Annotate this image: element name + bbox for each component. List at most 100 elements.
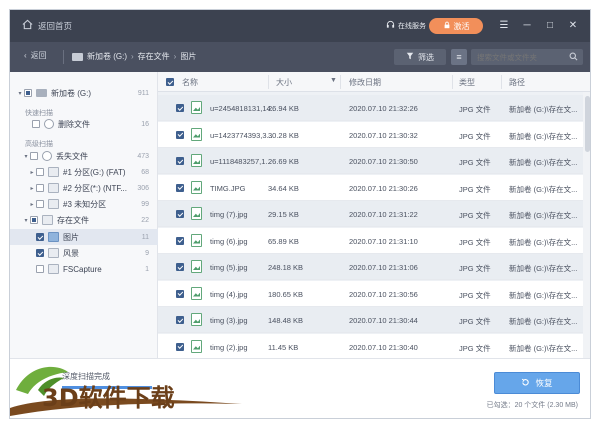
tree-item-label: 图片 xyxy=(63,232,79,242)
column-header-modified[interactable]: 修改日期 xyxy=(349,77,381,88)
row-checkbox[interactable] xyxy=(176,289,184,298)
row-checkbox[interactable] xyxy=(176,130,184,139)
column-header-size[interactable]: 大小 xyxy=(276,77,292,88)
vertical-scrollbar[interactable] xyxy=(583,92,590,358)
file-size: 248.18 KB xyxy=(268,263,304,272)
nav-bar: ‹ 返回 新加卷 (G:) › 存在文件 › 图片 筛选 ≡ xyxy=(10,42,590,72)
expand-arrow-icon[interactable]: ▸ xyxy=(28,169,36,176)
file-name: timg (3).jpg xyxy=(210,316,248,325)
image-file-icon xyxy=(191,101,202,114)
chevron-left-icon: ‹ xyxy=(24,51,27,60)
file-type: JPG 文件 xyxy=(459,158,491,167)
menu-icon[interactable]: ☰ xyxy=(497,18,511,32)
table-row[interactable]: u=1118483257,1... 26.69 KB 2020.07.10 21:3… xyxy=(158,148,583,174)
file-path: 新加卷 (G:)\存在文... xyxy=(509,317,578,326)
drive-icon xyxy=(36,89,47,97)
table-row[interactable]: TIMG.JPG 34.64 KB 2020.07.10 21:30:26 JPG 文… xyxy=(158,174,583,201)
checkbox[interactable] xyxy=(36,233,44,241)
sort-desc-icon[interactable]: ▼ xyxy=(330,77,337,84)
filter-button[interactable]: 筛选 xyxy=(394,49,446,65)
checkbox[interactable] xyxy=(36,168,44,176)
scan-progress-bar xyxy=(62,386,152,389)
tree-item-deleted[interactable]: 删除文件 16 xyxy=(10,116,158,132)
tree-item-fscapture[interactable]: FSCapture 1 xyxy=(10,261,158,277)
file-size: 11.45 KB xyxy=(268,342,299,352)
breadcrumb-item[interactable]: 新加卷 (G:) xyxy=(87,51,127,62)
file-type: JPG 文件 xyxy=(459,237,491,247)
tree-item-lost[interactable]: ▾ 丢失文件 473 xyxy=(10,148,158,164)
expand-arrow-icon[interactable]: ▸ xyxy=(28,201,36,208)
item-count: 9 xyxy=(145,249,149,257)
checkbox[interactable] xyxy=(24,89,32,97)
checkbox[interactable] xyxy=(36,200,44,208)
table-row[interactable]: timg (7).jpg 29.15 KB 2020.07.10 21:31:22 J… xyxy=(158,201,583,227)
row-checkbox[interactable] xyxy=(176,157,184,165)
tree-item-partition[interactable]: ▸ #3 未知分区 99 xyxy=(10,196,158,212)
column-header-path[interactable]: 路径 xyxy=(509,77,525,88)
maximize-icon[interactable]: □ xyxy=(543,18,557,32)
activate-button[interactable]: 激活 xyxy=(429,18,483,34)
row-checkbox[interactable] xyxy=(176,316,184,324)
column-header-name[interactable]: 名称 xyxy=(182,77,198,88)
tree-item-partition[interactable]: ▸ #1 分区(G:) (FAT) 68 xyxy=(10,164,158,180)
footer-bar: 深度扫描完成 恢复 已勾选：20 个文件 (2.30 MB) xyxy=(10,358,590,418)
table-row[interactable]: timg (4).jpg 180.65 KB 2020.07.10 21:30:56… xyxy=(158,280,583,307)
select-all-checkbox[interactable] xyxy=(166,78,174,86)
file-size: 65.89 KB xyxy=(268,236,299,246)
file-modified: 2020.07.10 21:30:44 xyxy=(349,316,418,325)
breadcrumb-item[interactable]: 图片 xyxy=(180,51,196,62)
list-view-icon[interactable]: ≡ xyxy=(451,49,467,65)
file-type: JPG 文件 xyxy=(459,131,491,141)
folder-icon xyxy=(48,167,59,177)
file-name: timg (7).jpg xyxy=(210,210,248,219)
checkbox[interactable] xyxy=(36,265,44,273)
table-row[interactable]: u=1423774393,3... 30.28 KB 2020.07.10 21:3… xyxy=(158,121,583,148)
filter-label: 筛选 xyxy=(418,52,434,62)
row-checkbox[interactable] xyxy=(176,210,184,218)
row-checkbox[interactable] xyxy=(176,236,184,245)
search-icon[interactable] xyxy=(569,52,578,63)
online-support-link[interactable]: 在线服务 xyxy=(386,20,426,31)
search-input[interactable] xyxy=(471,49,561,65)
row-checkbox[interactable] xyxy=(176,183,184,192)
checkbox[interactable] xyxy=(36,249,44,257)
tree-item-existing[interactable]: ▾ 存在文件 22 xyxy=(10,212,158,228)
file-name: timg (6).jpg xyxy=(210,236,248,246)
headset-icon xyxy=(386,20,395,31)
close-icon[interactable]: ✕ xyxy=(566,18,580,32)
tree-item-scenery[interactable]: 风景 9 xyxy=(10,245,158,261)
file-name: u=2454818131,14... xyxy=(210,104,274,113)
chevron-right-icon: › xyxy=(131,52,134,61)
tree-item-drive[interactable]: ▾ 新加卷 (G:) 911 xyxy=(10,85,158,101)
image-file-icon xyxy=(191,313,202,326)
checkbox[interactable] xyxy=(30,216,38,224)
expand-arrow-icon[interactable]: ▾ xyxy=(22,217,30,224)
column-header-type[interactable]: 类型 xyxy=(459,77,475,88)
recover-button[interactable]: 恢复 xyxy=(494,372,580,394)
tree-item-partition[interactable]: ▸ #2 分区(*:) (NTF... 306 xyxy=(10,180,158,196)
table-row[interactable]: timg (5).jpg 248.18 KB 2020.07.10 21:31:06… xyxy=(158,254,583,280)
minimize-icon[interactable]: ─ xyxy=(520,18,534,32)
expand-arrow-icon[interactable]: ▾ xyxy=(22,153,30,160)
scrollbar-thumb[interactable] xyxy=(585,96,590,152)
table-row[interactable]: timg (2).jpg 11.45 KB 2020.07.10 21:30:40 J… xyxy=(158,333,583,358)
table-row[interactable]: timg (3).jpg 148.48 KB 2020.07.10 21:30:44… xyxy=(158,307,583,333)
back-button[interactable]: ‹ 返回 xyxy=(24,50,47,61)
file-table: 名称 大小 ▼ 修改日期 类型 路径 u=2454818131,14... 26.… xyxy=(158,72,590,358)
image-file-icon xyxy=(191,180,202,194)
table-row[interactable]: timg (6).jpg 65.89 KB 2020.07.10 21:31:10 J… xyxy=(158,227,583,254)
table-row[interactable]: u=2454818131,14... 26.94 KB 2020.07.10 21:… xyxy=(158,95,583,121)
row-checkbox[interactable] xyxy=(176,342,184,351)
home-link[interactable]: 返回首页 xyxy=(22,19,72,32)
file-name: u=1118483257,1... xyxy=(210,157,272,166)
checkbox[interactable] xyxy=(30,152,38,160)
expand-arrow-icon[interactable]: ▸ xyxy=(28,185,36,192)
folder-icon xyxy=(48,183,59,193)
checkbox[interactable] xyxy=(32,120,40,128)
checkbox[interactable] xyxy=(36,184,44,192)
tree-item-pictures[interactable]: 图片 11 xyxy=(10,229,158,245)
expand-arrow-icon[interactable]: ▾ xyxy=(16,90,24,97)
breadcrumb-item[interactable]: 存在文件 xyxy=(138,51,170,62)
row-checkbox[interactable] xyxy=(176,263,184,271)
row-checkbox[interactable] xyxy=(176,104,184,112)
